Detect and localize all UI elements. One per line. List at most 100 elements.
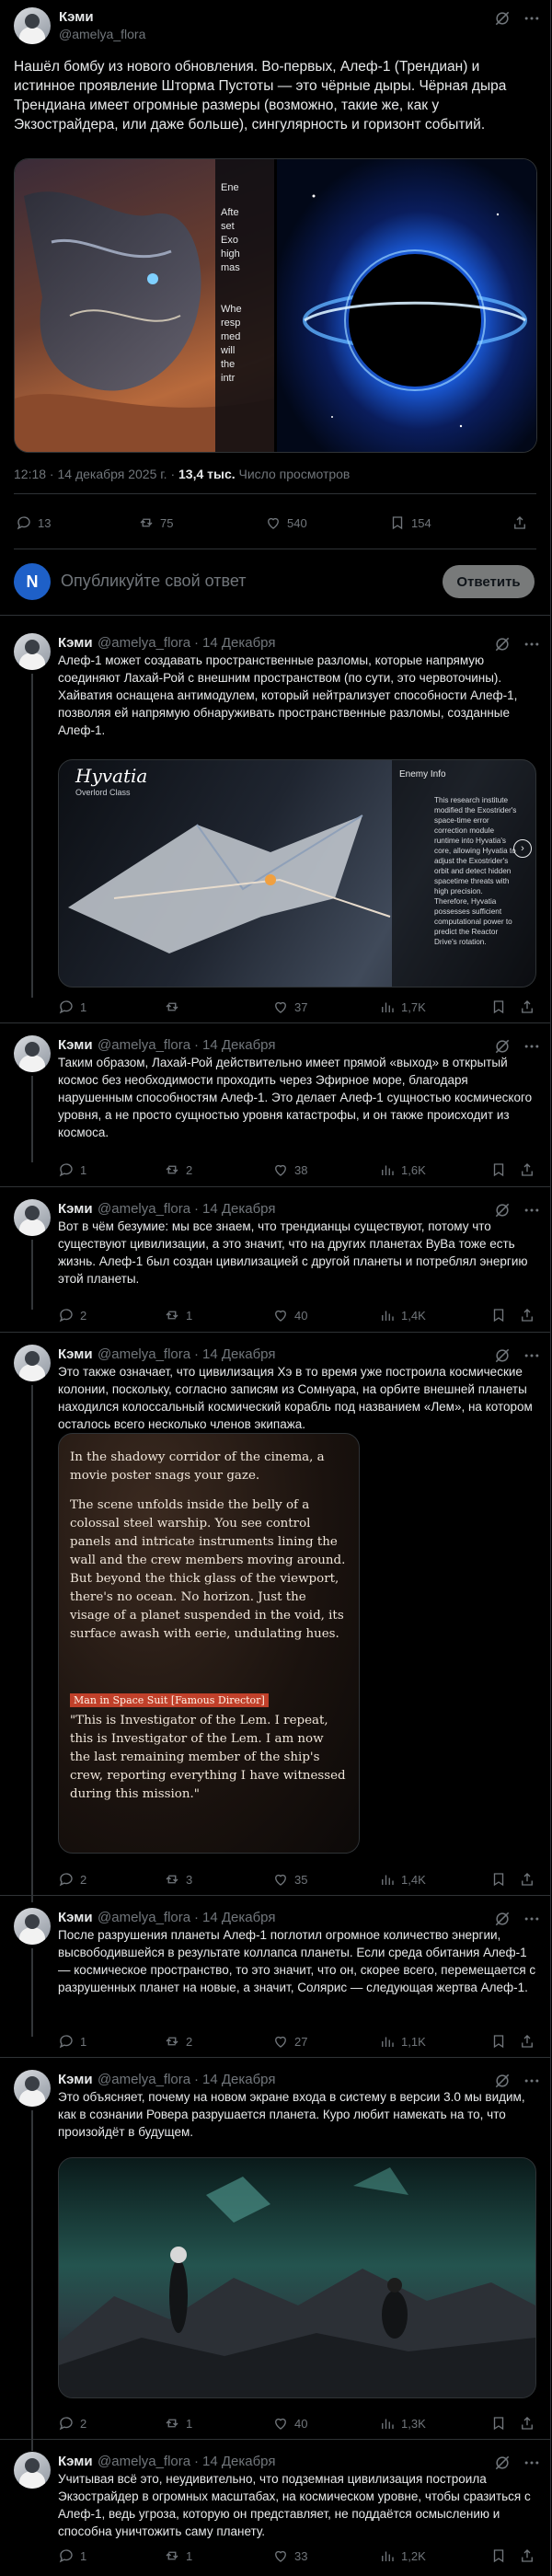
reply-button[interactable]: 1 [58,1161,86,1178]
views-button[interactable]: 1,7K [379,999,426,1015]
bookmark-button[interactable] [490,1161,507,1178]
more-icon[interactable] [523,635,541,653]
post-date[interactable]: 14 Декабря [202,1910,275,1925]
author-handle[interactable]: @amelya_flora [59,27,145,41]
author-name[interactable]: Кэми [58,1201,93,1217]
more-icon[interactable] [523,2454,541,2472]
avatar[interactable] [14,1199,51,1236]
more-icon[interactable] [523,9,541,28]
grok-icon[interactable] [493,1346,512,1365]
avatar[interactable] [14,1345,51,1381]
bookmark-button[interactable] [490,2415,507,2432]
reply-button[interactable]: 1 [58,2033,86,2050]
share-button[interactable] [519,999,535,1015]
bookmark-button[interactable]: 154 [389,514,431,531]
repost-button[interactable]: 2 [164,2033,192,2050]
bookmark-button[interactable] [490,2547,507,2564]
like-button[interactable]: 40 [272,1307,307,1323]
reply-button[interactable]: 2 [58,2415,86,2432]
grok-icon[interactable] [493,2454,512,2472]
post-date[interactable]: 14 Декабря [202,1037,275,1053]
like-button[interactable]: 27 [272,2033,307,2050]
views-button[interactable]: 1,1K [379,2033,426,2050]
avatar[interactable] [14,633,51,670]
more-icon[interactable] [523,1346,541,1365]
repost-button[interactable]: 2 [164,1161,192,1178]
post-media[interactable]: Ene Afte set Exo high mas Whe resp med w… [14,158,537,453]
more-icon[interactable] [523,1037,541,1056]
author-name[interactable]: Кэми [58,1910,93,1925]
post-date[interactable]: 14 Декабря [202,1201,275,1217]
like-button[interactable]: 540 [265,514,307,531]
author-handle[interactable]: @amelya_flora [98,2454,190,2469]
grok-icon[interactable] [493,635,512,653]
author-handle[interactable]: @amelya_flora [98,1201,190,1217]
post-media[interactable] [58,2157,536,2398]
views-button[interactable]: 1,4K [379,1307,426,1323]
author-handle[interactable]: @amelya_flora [98,1910,190,1925]
post-date[interactable]: 14 Декабря [202,2072,275,2087]
post-date[interactable]: 14 Декабря [202,635,275,651]
repost-button[interactable]: 75 [138,514,173,531]
card-next-icon[interactable]: › [513,839,532,858]
bookmark-button[interactable] [490,2033,507,2050]
share-button[interactable] [512,514,528,531]
author-name[interactable]: Кэми [58,1346,93,1362]
share-button[interactable] [519,2033,535,2050]
avatar[interactable] [14,1908,51,1945]
like-button[interactable]: 37 [272,999,307,1015]
media-right-image[interactable] [277,159,536,452]
reply-button[interactable]: 13 [16,514,51,531]
share-button[interactable] [519,2415,535,2432]
more-icon[interactable] [523,1201,541,1219]
avatar[interactable] [14,2452,51,2489]
author-name[interactable]: Кэми [58,635,93,651]
grok-icon[interactable] [493,1201,512,1219]
like-button[interactable]: 33 [272,2547,307,2564]
reply-avatar[interactable]: N [14,563,51,600]
views-button[interactable]: 1,3K [379,2415,426,2432]
repost-button[interactable] [164,999,186,1015]
more-icon[interactable] [523,1910,541,1928]
share-button[interactable] [519,1307,535,1323]
like-button[interactable]: 35 [272,1871,307,1888]
avatar[interactable] [14,2070,51,2107]
bookmark-button[interactable] [490,1871,507,1888]
repost-button[interactable]: 1 [164,2547,192,2564]
like-button[interactable]: 40 [272,2415,307,2432]
repost-button[interactable]: 1 [164,2415,192,2432]
author-handle[interactable]: @amelya_flora [98,2072,190,2087]
author-handle[interactable]: @amelya_flora [98,1037,190,1053]
reply-button[interactable]: 1 [58,2547,86,2564]
reply-button[interactable]: 1 [58,999,86,1015]
author-handle[interactable]: @amelya_flora [98,635,190,651]
grok-icon[interactable] [493,1037,512,1056]
grok-icon[interactable] [493,1910,512,1928]
views-button[interactable]: 1,2K [379,2547,426,2564]
author-name[interactable]: Кэми [58,2454,93,2469]
story-card[interactable]: In the shadowy corridor of the cinema, a… [58,1433,360,1854]
author-name[interactable]: Кэми [59,9,94,25]
post-date[interactable]: 14 Декабря [202,2454,275,2469]
share-button[interactable] [519,2547,535,2564]
repost-button[interactable]: 3 [164,1871,192,1888]
reply-button[interactable]: 2 [58,1307,86,1323]
author-name[interactable]: Кэми [58,1037,93,1053]
repost-button[interactable]: 1 [164,1307,192,1323]
post-time[interactable]: 12:18 · 14 декабря 2025 г. · [14,467,175,481]
avatar[interactable] [14,1035,51,1072]
post-media[interactable]: Hyvatia Overlord Class Enemy Info This r… [58,759,536,988]
grok-icon[interactable] [493,2072,512,2090]
bookmark-button[interactable] [490,1307,507,1323]
author-name[interactable]: Кэми [58,2072,93,2087]
bookmark-button[interactable] [490,999,507,1015]
share-button[interactable] [519,1161,535,1178]
avatar[interactable] [14,7,51,44]
share-button[interactable] [519,1871,535,1888]
views-button[interactable]: 1,6K [379,1161,426,1178]
reply-submit-button[interactable]: Ответить [443,565,535,598]
media-left-image[interactable]: Ene Afte set Exo high mas Whe resp med w… [15,159,274,452]
views-button[interactable]: 1,4K [379,1871,426,1888]
author-handle[interactable]: @amelya_flora [98,1346,190,1362]
reply-button[interactable]: 2 [58,1871,86,1888]
